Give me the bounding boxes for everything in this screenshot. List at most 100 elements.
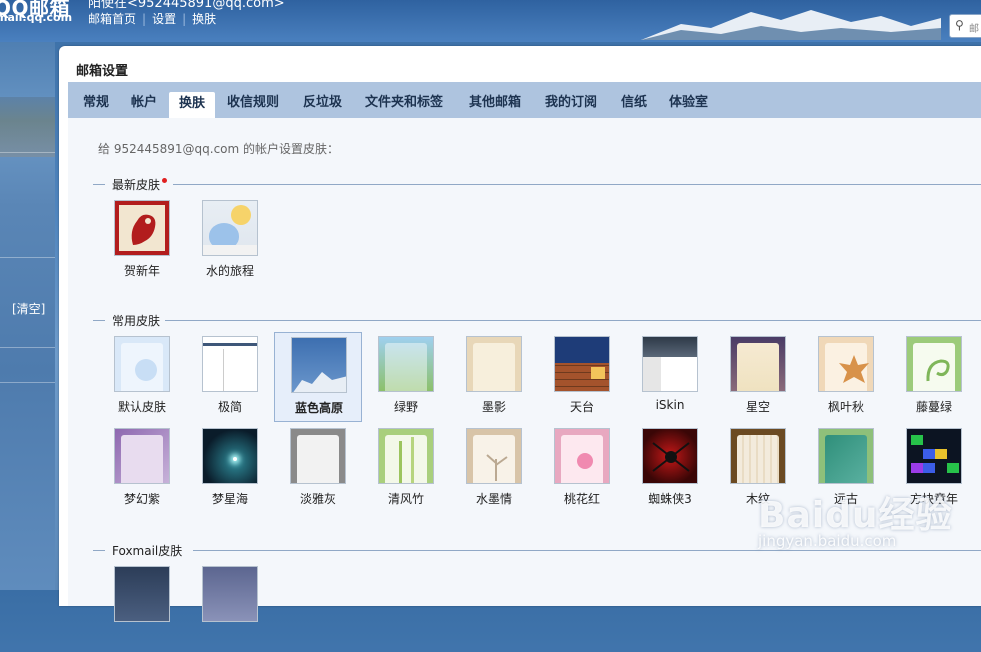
skin-name: 天台 xyxy=(569,400,594,414)
skin-name: 淡雅灰 xyxy=(299,492,336,506)
settings-tabs: 常规 帐户 换肤 收信规则 反垃圾 文件夹和标签 其他邮箱 我的订阅 信纸 体验… xyxy=(68,82,981,118)
skin-item[interactable]: 水的旅程 xyxy=(186,196,274,286)
sidebar-divider xyxy=(0,347,55,348)
skin-item[interactable] xyxy=(186,562,274,652)
section-title: Foxmail皮肤 xyxy=(112,544,183,558)
skin-name: 清风竹 xyxy=(387,492,424,506)
skin-name: 蜘蛛侠3 xyxy=(648,492,692,506)
skin-item[interactable]: 星空 xyxy=(714,332,802,422)
skin-item[interactable]: 淡雅灰 xyxy=(274,424,362,514)
tab-skin[interactable]: 换肤 xyxy=(169,92,216,118)
skin-thumbnail xyxy=(818,336,874,392)
watermark-text: Baidu经验 xyxy=(758,495,953,536)
skin-thumbnail xyxy=(202,566,258,622)
skin-name: 绿野 xyxy=(393,400,418,414)
tab-folders-labels[interactable]: 文件夹和标签 xyxy=(365,90,443,118)
skin-name: 藤蔓绿 xyxy=(915,400,952,414)
skin-thumbnail xyxy=(818,428,874,484)
search-icon: ⚲ xyxy=(955,18,964,32)
skin-name: 墨影 xyxy=(481,400,506,414)
skin-item[interactable] xyxy=(98,562,186,652)
logo-subtitle: mail.qq.com xyxy=(0,11,73,24)
spider-icon xyxy=(652,442,690,472)
skin-thumbnail xyxy=(378,336,434,392)
tab-lab[interactable]: 体验室 xyxy=(669,90,708,118)
top-header: QQ邮箱 mail.qq.com 阳使在<952445891@qq.com> 邮… xyxy=(0,0,981,42)
skin-name: 蓝色高原 xyxy=(294,401,343,415)
ink-tree-icon xyxy=(486,454,508,481)
tab-general[interactable]: 常规 xyxy=(83,90,109,118)
skin-thumbnail xyxy=(378,428,434,484)
skin-item[interactable]: 天台 xyxy=(538,332,626,422)
sidebar-divider xyxy=(0,257,55,258)
skin-name: 默认皮肤 xyxy=(117,400,166,414)
skin-item[interactable]: 桃花红 xyxy=(538,424,626,514)
paper-cut-icon xyxy=(131,214,156,245)
link-change-skin[interactable]: 换肤 xyxy=(192,12,216,26)
skin-thumbnail xyxy=(466,428,522,484)
skin-item[interactable]: 枫叶秋 xyxy=(802,332,890,422)
top-links: 邮箱首页 | 设置 | 换肤 xyxy=(88,12,217,26)
skin-thumbnail xyxy=(906,336,962,392)
tab-anti-spam[interactable]: 反垃圾 xyxy=(303,90,342,118)
tab-other-mailboxes[interactable]: 其他邮箱 xyxy=(469,90,521,118)
page-title: 邮箱设置 xyxy=(76,64,129,79)
skin-item[interactable]: 蜘蛛侠3 xyxy=(626,424,714,514)
sidebar-divider xyxy=(0,382,55,383)
skin-thumbnail xyxy=(642,428,698,484)
skin-name: 枫叶秋 xyxy=(827,400,864,414)
skin-thumbnail xyxy=(290,428,346,484)
skin-thumbnail xyxy=(730,428,786,484)
skin-thumbnail xyxy=(906,428,962,484)
section-title: 最新皮肤 xyxy=(112,178,161,192)
skin-item[interactable]: 绿野 xyxy=(362,332,450,422)
skin-name: 极简 xyxy=(217,400,242,414)
skin-thumbnail xyxy=(114,566,170,622)
skin-item[interactable]: 藤蔓绿 xyxy=(890,332,978,422)
skin-thumbnail xyxy=(642,336,698,392)
skin-thumbnail xyxy=(202,336,258,392)
landscape-backdrop xyxy=(0,97,55,157)
skin-intro-text: 给 952445891@qq.com 的帐户设置皮肤： xyxy=(98,142,340,156)
section-common-skins: 常用皮肤 xyxy=(93,312,981,328)
skin-name: 水的旅程 xyxy=(205,264,254,278)
skin-name: 贺新年 xyxy=(123,264,160,278)
skin-thumbnail xyxy=(730,336,786,392)
skin-item[interactable]: 清风竹 xyxy=(362,424,450,514)
skin-thumbnail xyxy=(114,200,170,256)
skin-item[interactable]: 梦幻紫 xyxy=(98,424,186,514)
skin-thumbnail xyxy=(114,428,170,484)
tab-stationery[interactable]: 信纸 xyxy=(621,90,647,118)
skin-name: iSkin xyxy=(655,398,685,412)
skin-thumbnail xyxy=(114,336,170,392)
skin-item[interactable]: 墨影 xyxy=(450,332,538,422)
link-settings[interactable]: 设置 xyxy=(152,12,176,26)
mountain-banner-icon xyxy=(641,10,941,40)
skin-thumbnail xyxy=(554,336,610,392)
skin-name: 梦星海 xyxy=(211,492,248,506)
watermark-url: jingyan.baidu.com xyxy=(758,532,897,550)
clear-link[interactable]: [清空] xyxy=(12,300,45,317)
link-mail-home[interactable]: 邮箱首页 xyxy=(88,12,136,26)
search-input[interactable]: ⚲ 邮 xyxy=(949,14,981,38)
skin-item[interactable]: iSkin xyxy=(626,332,714,422)
skin-name: 梦幻紫 xyxy=(123,492,160,506)
maple-leaf-icon xyxy=(839,355,869,383)
tab-account[interactable]: 帐户 xyxy=(131,90,157,118)
skin-thumbnail xyxy=(202,200,258,256)
skin-item[interactable]: 极简 xyxy=(186,332,274,422)
skin-item[interactable]: 默认皮肤 xyxy=(98,332,186,422)
section-new-skins: 最新皮肤 xyxy=(93,176,981,192)
skin-name: 水墨情 xyxy=(475,492,512,506)
skin-item[interactable]: 贺新年 xyxy=(98,196,186,286)
skin-item[interactable]: 梦星海 xyxy=(186,424,274,514)
skin-thumbnail xyxy=(466,336,522,392)
skin-name: 桃花红 xyxy=(563,492,600,506)
tab-subscriptions[interactable]: 我的订阅 xyxy=(545,90,597,118)
tab-mail-rules[interactable]: 收信规则 xyxy=(227,90,279,118)
new-indicator-icon xyxy=(162,178,168,183)
search-placeholder: 邮 xyxy=(969,24,979,35)
skin-item-selected[interactable]: 蓝色高原 xyxy=(274,332,362,422)
skin-item[interactable]: 水墨情 xyxy=(450,424,538,514)
skin-thumbnail xyxy=(554,428,610,484)
